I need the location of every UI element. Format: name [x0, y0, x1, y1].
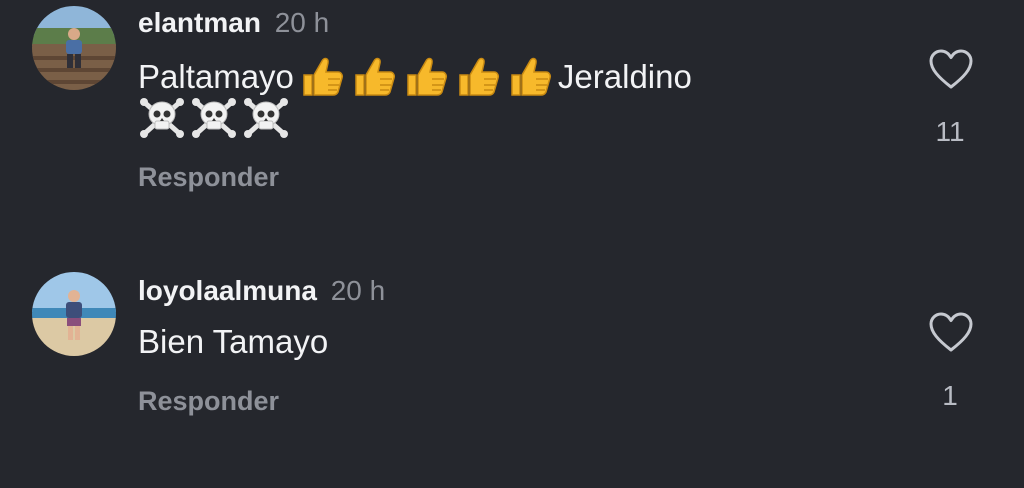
avatar-photo-beach	[32, 272, 116, 356]
avatar-photo-boardwalk	[32, 6, 116, 90]
reply-button[interactable]: Responder	[138, 162, 279, 193]
avatar[interactable]	[32, 6, 116, 90]
thumbs-up-emoji	[350, 53, 398, 101]
comment-text: Bien Tamayo	[138, 323, 329, 360]
timestamp: 20 h	[330, 275, 386, 306]
reply-button[interactable]: Responder	[138, 386, 279, 417]
comment-text-end: Jeraldino	[557, 58, 692, 95]
heart-outline-icon[interactable]	[928, 48, 974, 90]
avatar[interactable]	[32, 272, 116, 356]
heart-outline-icon[interactable]	[928, 311, 974, 353]
username[interactable]: loyolaalmuna	[138, 275, 317, 306]
like-count: 1	[942, 380, 958, 411]
thumbs-up-emoji	[506, 53, 554, 101]
thumbs-up-emoji	[402, 53, 450, 101]
skull-crossbones-emoji	[242, 94, 290, 142]
thumbs-up-emoji	[298, 53, 346, 101]
username[interactable]: elantman	[138, 7, 261, 38]
like-count: 11	[935, 116, 965, 147]
timestamp: 20 h	[274, 7, 330, 38]
skull-crossbones-emoji	[190, 94, 238, 142]
thumbs-up-emoji	[454, 53, 502, 101]
skull-crossbones-emoji	[138, 94, 186, 142]
comment-meta: loyolaalmuna 20 h	[138, 274, 385, 308]
comment-text-emoji-line	[138, 94, 294, 142]
comment-meta: elantman 20 h	[138, 6, 329, 40]
